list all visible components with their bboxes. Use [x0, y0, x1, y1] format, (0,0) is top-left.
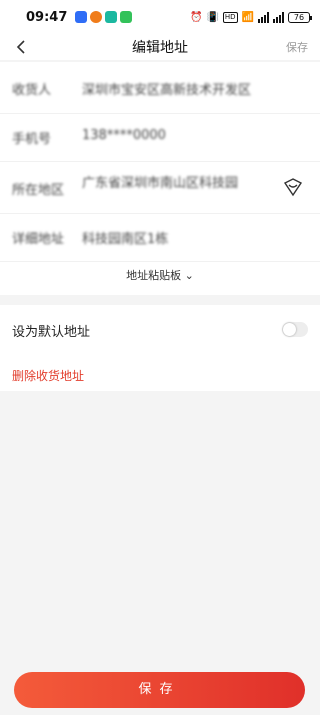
notification-app-icon: [75, 11, 88, 23]
status-bar: 09:47 ⏰ 📳 HD 📶 76: [0, 0, 320, 34]
name-label: 收货人: [12, 83, 52, 98]
status-time: 09:47: [26, 9, 68, 25]
battery-icon: 76: [288, 11, 312, 23]
form-row-name[interactable]: 收货人 深圳市宝安区高新技术开发区: [0, 62, 320, 114]
paste-board-toggle[interactable]: 地址粘贴板 ⌄: [0, 267, 320, 283]
signal-icon-2: [273, 11, 284, 23]
region-value[interactable]: 广东省深圳市南山区科技园: [82, 172, 262, 191]
edit-address-screen: 09:47 ⏰ 📳 HD 📶 76 编辑地址 保存 收货人 深圳市宝安区高新技术…: [0, 0, 320, 715]
locate-icon[interactable]: [282, 176, 304, 198]
page-title: 编辑地址: [132, 40, 188, 56]
notification-chat-icon: [105, 11, 118, 23]
notification-weibo-icon: [90, 11, 103, 23]
nav-save-button[interactable]: 保存: [286, 39, 308, 55]
vibrate-icon: 📳: [206, 11, 219, 23]
form-row-region[interactable]: 所在地区 广东省深圳市南山区科技园: [0, 162, 320, 214]
delete-address-button[interactable]: 删除收货地址: [12, 367, 84, 384]
form-row-detail[interactable]: 详细地址 科技园南区1栋: [0, 214, 320, 262]
nav-bar: 编辑地址 保存: [0, 34, 320, 60]
name-value[interactable]: 深圳市宝安区高新技术开发区: [82, 79, 262, 98]
default-address-card: 设为默认地址 删除收货地址: [0, 305, 320, 391]
phone-label: 手机号: [12, 132, 52, 147]
wifi-icon: 📶: [241, 11, 254, 23]
region-label: 所在地区: [12, 183, 65, 198]
alarm-icon: ⏰: [189, 11, 203, 23]
hd-badge: HD: [222, 11, 238, 23]
signal-icon: [258, 11, 269, 23]
default-address-label: 设为默认地址: [12, 325, 91, 340]
phone-value[interactable]: 138****0000: [82, 128, 182, 143]
chevron-down-icon: ⌄: [184, 269, 194, 282]
status-indicators: ⏰ 📳 HD 📶 76: [189, 11, 312, 23]
default-address-toggle[interactable]: [282, 322, 308, 337]
paste-board-label: 地址粘贴板: [126, 269, 182, 282]
back-arrow-icon[interactable]: [12, 37, 32, 57]
detail-label: 详细地址: [12, 232, 65, 247]
toggle-knob: [283, 323, 296, 336]
detail-value[interactable]: 科技园南区1栋: [82, 228, 192, 247]
save-button[interactable]: 保存: [14, 672, 305, 708]
form-row-phone[interactable]: 手机号 138****0000: [0, 114, 320, 162]
notification-wechat-icon: [120, 11, 133, 23]
address-form: 收货人 深圳市宝安区高新技术开发区 手机号 138****0000 所在地区 广…: [0, 62, 320, 295]
